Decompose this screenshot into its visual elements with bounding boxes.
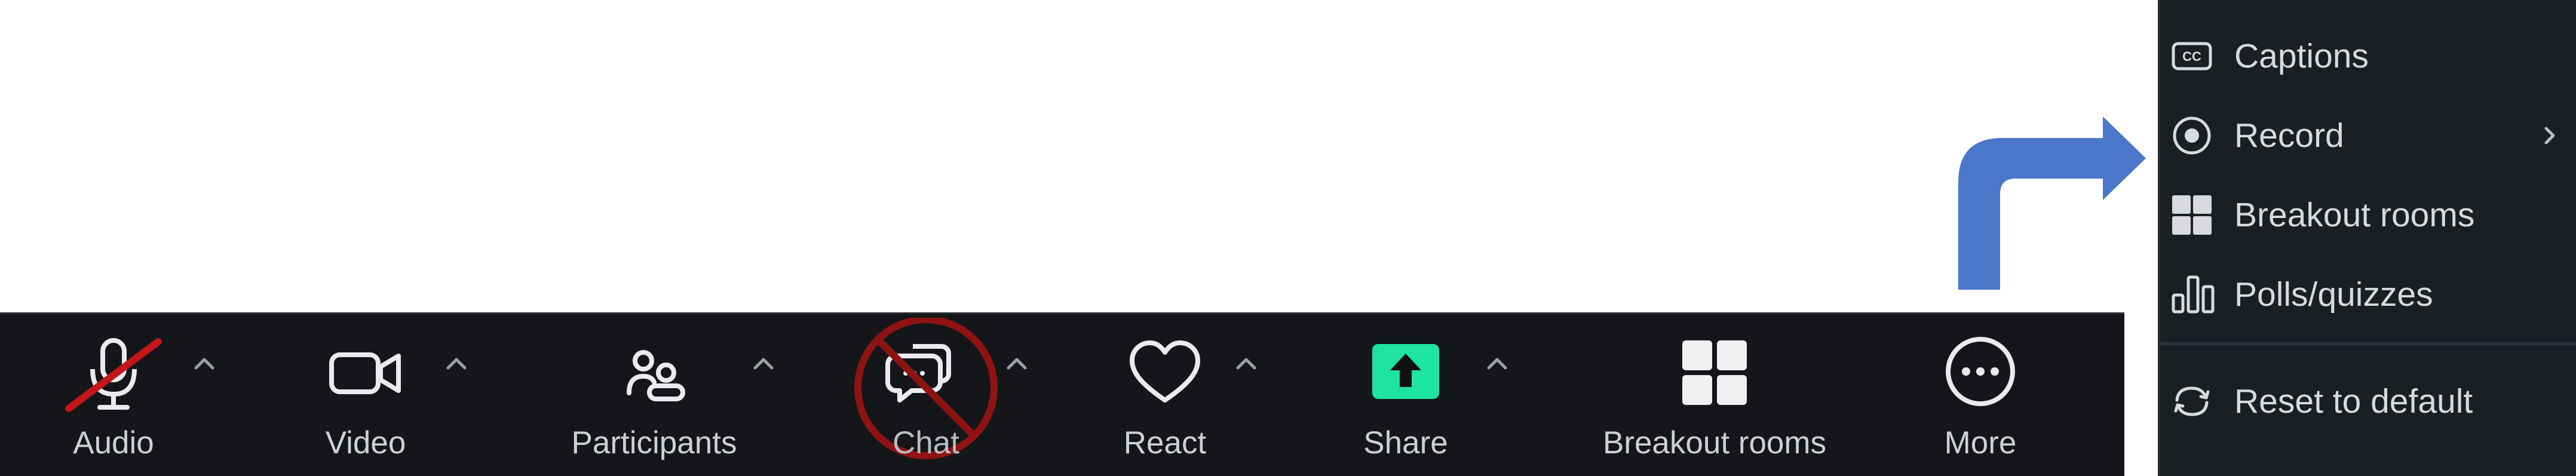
audio-label: Audio	[73, 425, 154, 460]
chat-label: Chat	[893, 425, 959, 460]
breakout-rooms-icon	[2172, 195, 2212, 235]
participants-label: Participants	[571, 425, 737, 460]
video-camera-icon	[329, 352, 401, 394]
menu-divider	[2160, 342, 2576, 345]
share-screen-icon	[1372, 344, 1439, 399]
record-icon	[2173, 116, 2211, 155]
pointer-arrow-graphic	[1958, 116, 2146, 290]
polls-icon	[2172, 275, 2215, 314]
share-button[interactable]: Share	[1346, 314, 1465, 476]
svg-text:CC: CC	[2182, 49, 2201, 64]
more-options-menu: CC Captions Record Breakout rooms Polls/…	[2158, 0, 2576, 476]
video-options-caret-icon[interactable]	[444, 355, 468, 371]
participants-icon	[627, 350, 685, 401]
participants-button[interactable]: Participants	[556, 314, 753, 476]
menu-label-polls: Polls/quizzes	[2234, 275, 2433, 314]
reset-icon	[2174, 386, 2210, 416]
chevron-right-icon	[2544, 127, 2555, 145]
audio-options-caret-icon[interactable]	[192, 355, 216, 371]
menu-label-breakout-rooms: Breakout rooms	[2234, 196, 2475, 234]
breakout-rooms-button[interactable]: Breakout rooms	[1577, 314, 1852, 476]
menu-label-captions: Captions	[2234, 37, 2369, 75]
video-label: Video	[325, 425, 406, 460]
participants-options-caret-icon[interactable]	[752, 355, 775, 371]
more-button[interactable]: More	[1921, 314, 2040, 476]
menu-item-breakout-rooms[interactable]: Breakout rooms	[2160, 179, 2576, 251]
more-label: More	[1944, 425, 2017, 460]
video-button[interactable]: Video	[306, 314, 425, 476]
menu-item-reset-to-default[interactable]: Reset to default	[2160, 366, 2576, 437]
chat-options-caret-icon[interactable]	[1005, 355, 1029, 371]
audio-button[interactable]: Audio	[54, 314, 173, 476]
share-options-caret-icon[interactable]	[1485, 355, 1509, 371]
react-options-caret-icon[interactable]	[1234, 355, 1258, 371]
menu-item-captions[interactable]: CC Captions	[2160, 20, 2576, 92]
closed-captions-icon: CC	[2172, 42, 2212, 70]
react-button[interactable]: React	[1105, 314, 1225, 476]
more-ellipsis-icon	[1946, 337, 2015, 406]
meeting-toolbar: Audio Video Participants Chat React Shar…	[0, 312, 2124, 476]
breakout-rooms-label: Breakout rooms	[1602, 425, 1827, 460]
menu-item-polls[interactable]: Polls/quizzes	[2160, 259, 2576, 330]
menu-item-record[interactable]: Record	[2160, 100, 2576, 171]
breakout-rooms-icon	[1682, 340, 1747, 405]
microphone-muted-icon	[65, 338, 162, 412]
menu-label-record: Record	[2234, 116, 2344, 155]
chat-button[interactable]: Chat	[854, 314, 998, 476]
heart-icon	[1130, 340, 1200, 403]
share-label: Share	[1363, 425, 1448, 460]
react-label: React	[1123, 425, 1207, 460]
menu-label-reset: Reset to default	[2234, 382, 2473, 420]
